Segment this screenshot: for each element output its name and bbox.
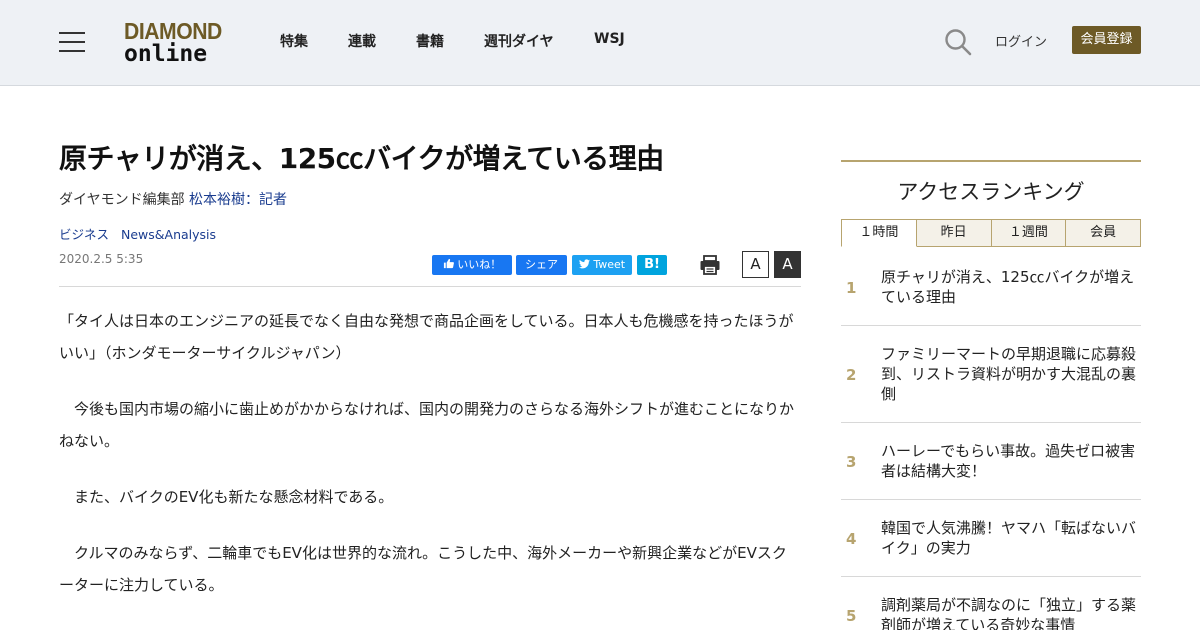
nav-item-rensai[interactable]: 連載 (348, 31, 376, 51)
site-header: DIAMOND online 特集 連載 書籍 週刊ダイヤ WSJ ログイン 会… (0, 0, 1200, 86)
ranking-item[interactable]: 5 調剤薬局が不調なのに「独立」する薬剤師が増えている奇妙な事情 (841, 577, 1141, 630)
divider (59, 286, 801, 287)
ranking-number: 3 (846, 453, 857, 471)
tab-members[interactable]: 会員 (1066, 219, 1141, 247)
ranking-title: アクセスランキング (897, 180, 1085, 204)
tweet-label: Tweet (593, 258, 626, 271)
tab-1-hour[interactable]: １時間 (841, 219, 917, 247)
article-title: 原チャリが消え、125㏄バイクが増えている理由 (59, 142, 664, 175)
paragraph-3: また、バイクのEV化も新たな懸念材料である。 (59, 488, 394, 506)
ranking-text: 原チャリが消え、125㏄バイクが増えている理由 (881, 268, 1135, 306)
like-label: いいね！ (457, 258, 502, 271)
ranking-text: ハーレーでもらい事故。過失ゼロ被害者は結構大変！ (881, 442, 1136, 480)
tab-1-week[interactable]: １週間 (991, 219, 1067, 247)
font-size-small-button[interactable]: A (742, 251, 769, 278)
logo-line2: online (124, 41, 208, 67)
ranking-text: 韓国で人気沸騰！ヤマハ「転ばないバイク」の実力 (881, 519, 1137, 557)
tweet-button[interactable]: Tweet (572, 255, 632, 275)
tab-yesterday[interactable]: 昨日 (916, 219, 992, 247)
byline: ダイヤモンド編集部 松本裕樹：記者 (59, 189, 287, 209)
article-tags: ビジネス News&Analysis (59, 224, 228, 243)
hamburger-menu-icon[interactable] (59, 32, 85, 52)
logo-line1: DIAMOND (124, 18, 222, 44)
nav-item-shoseki[interactable]: 書籍 (416, 31, 444, 51)
nav-item-tokushu[interactable]: 特集 (280, 31, 308, 51)
author-link[interactable]: 松本裕樹：記者 (189, 192, 287, 208)
ranking-item[interactable]: 4 韓国で人気沸騰！ヤマハ「転ばないバイク」の実力 (841, 500, 1141, 577)
ranking-text: ファミリーマートの早期退職に応募殺到、リストラ資料が明かす大混乱の裏側 (881, 345, 1137, 403)
paragraph-2: 今後も国内市場の縮小に歯止めがかからなければ、国内の開発力のさらなる海外シフトが… (59, 400, 795, 450)
sidebar-top-rule (841, 160, 1141, 162)
register-button[interactable]: 会員登録 (1072, 26, 1141, 54)
thumbs-up-icon (443, 258, 454, 269)
ranking-tabs: １時間 昨日 １週間 会員 (841, 219, 1141, 247)
ranking-item[interactable]: 1 原チャリが消え、125㏄バイクが増えている理由 (841, 247, 1141, 326)
ranking-text: 調剤薬局が不調なのに「独立」する薬剤師が増えている奇妙な事情 (881, 596, 1137, 630)
print-icon[interactable] (699, 254, 721, 276)
font-size-large-button[interactable]: A (774, 251, 801, 278)
ranking-item[interactable]: 2 ファミリーマートの早期退職に応募殺到、リストラ資料が明かす大混乱の裏側 (841, 326, 1141, 423)
site-logo[interactable]: DIAMOND online (124, 18, 228, 67)
search-icon[interactable] (944, 28, 972, 56)
publish-date: 2020.2.5 5:35 (59, 252, 144, 266)
nav-item-wsj[interactable]: WSJ (594, 31, 625, 47)
ranking-number: 1 (846, 279, 857, 297)
facebook-like-button[interactable]: いいね！ (432, 255, 512, 275)
facebook-share-button[interactable]: シェア (516, 255, 567, 275)
ranking-number: 5 (846, 607, 857, 625)
ranking-number: 2 (846, 366, 857, 384)
tag-business[interactable]: ビジネス (59, 227, 109, 242)
ranking-item[interactable]: 3 ハーレーでもらい事故。過失ゼロ被害者は結構大変！ (841, 423, 1141, 500)
ranking-number: 4 (846, 530, 857, 548)
hatena-bookmark-button[interactable]: B! (637, 255, 667, 275)
paragraph-4: クルマのみならず、二輪車でもEV化は世界的な流れ。こうした中、海外メーカーや新興… (59, 544, 787, 594)
login-link[interactable]: ログイン (995, 31, 1047, 50)
byline-department: ダイヤモンド編集部 (59, 192, 190, 208)
nav-item-weekly-diamond[interactable]: 週刊ダイヤ (484, 31, 554, 51)
paragraph-1: 「タイ人は日本のエンジニアの延長でなく自由な発想で商品企画をしている。日本人も危… (59, 312, 794, 362)
twitter-bird-icon (578, 259, 590, 269)
tag-news-analysis[interactable]: News&Analysis (121, 227, 216, 242)
